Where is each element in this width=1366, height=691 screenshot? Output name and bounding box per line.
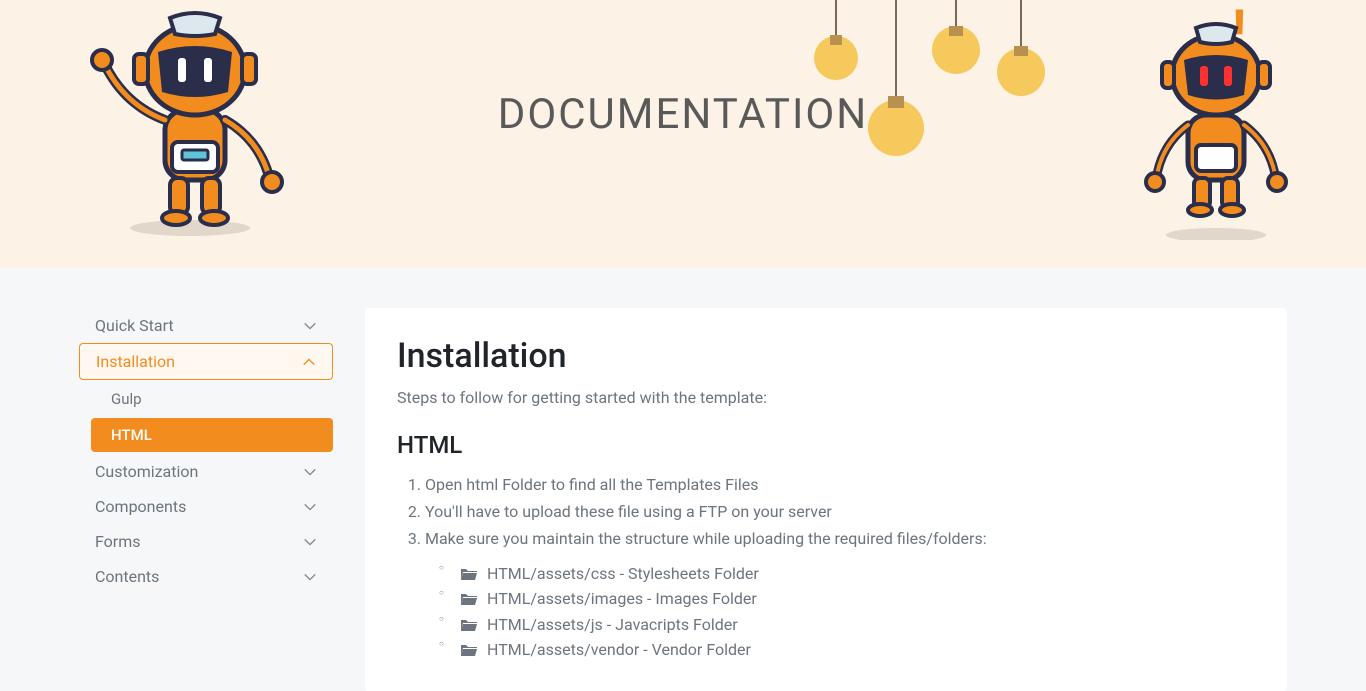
folder-open-icon — [461, 592, 477, 606]
nav-forms[interactable]: Forms — [79, 524, 333, 559]
robot-left-illustration — [80, 10, 300, 240]
folder-open-icon — [461, 643, 477, 657]
chevron-down-icon — [303, 465, 317, 479]
nav-label: Installation — [96, 352, 175, 371]
page-title: DOCUMENTATION — [498, 90, 868, 139]
sidebar-nav: Quick Start Installation Gulp HTML Custo… — [79, 308, 333, 691]
nav-label: Quick Start — [95, 316, 174, 335]
chevron-up-icon — [302, 355, 316, 369]
nav-label: Customization — [95, 462, 198, 481]
steps-list: Open html Folder to find all the Templat… — [397, 471, 1255, 663]
folders-list: HTML/assets/css - Stylesheets Folder HTM… — [425, 561, 1255, 663]
nav-sub-html[interactable]: HTML — [91, 418, 333, 452]
folder-item: HTML/assets/css - Stylesheets Folder — [461, 561, 1255, 587]
folder-item: HTML/assets/images - Images Folder — [461, 586, 1255, 612]
nav-label: Components — [95, 497, 186, 516]
chevron-down-icon — [303, 535, 317, 549]
nav-contents[interactable]: Contents — [79, 559, 333, 594]
step-item: Open html Folder to find all the Templat… — [425, 471, 1255, 498]
nav-sub-gulp[interactable]: Gulp — [91, 382, 333, 416]
robot-right-illustration — [1136, 10, 1296, 240]
nav-components[interactable]: Components — [79, 489, 333, 524]
step-item: You'll have to upload these file using a… — [425, 498, 1255, 525]
hero-banner: ! DOCUMENTATION — [0, 0, 1366, 268]
nav-quick-start[interactable]: Quick Start — [79, 308, 333, 343]
chevron-down-icon — [303, 570, 317, 584]
section-title: HTML — [397, 431, 1255, 459]
folder-item: HTML/assets/vendor - Vendor Folder — [461, 637, 1255, 663]
nav-customization[interactable]: Customization — [79, 454, 333, 489]
content-subtitle: Steps to follow for getting started with… — [397, 388, 1255, 407]
chevron-down-icon — [303, 500, 317, 514]
content-heading: Installation — [397, 336, 1255, 376]
nav-installation[interactable]: Installation — [79, 343, 333, 380]
nav-label: Forms — [95, 532, 141, 551]
chevron-down-icon — [303, 319, 317, 333]
nav-label: Contents — [95, 567, 159, 586]
step-item: Make sure you maintain the structure whi… — [425, 525, 1255, 663]
main-content: Installation Steps to follow for getting… — [365, 308, 1287, 691]
folder-open-icon — [461, 567, 477, 581]
